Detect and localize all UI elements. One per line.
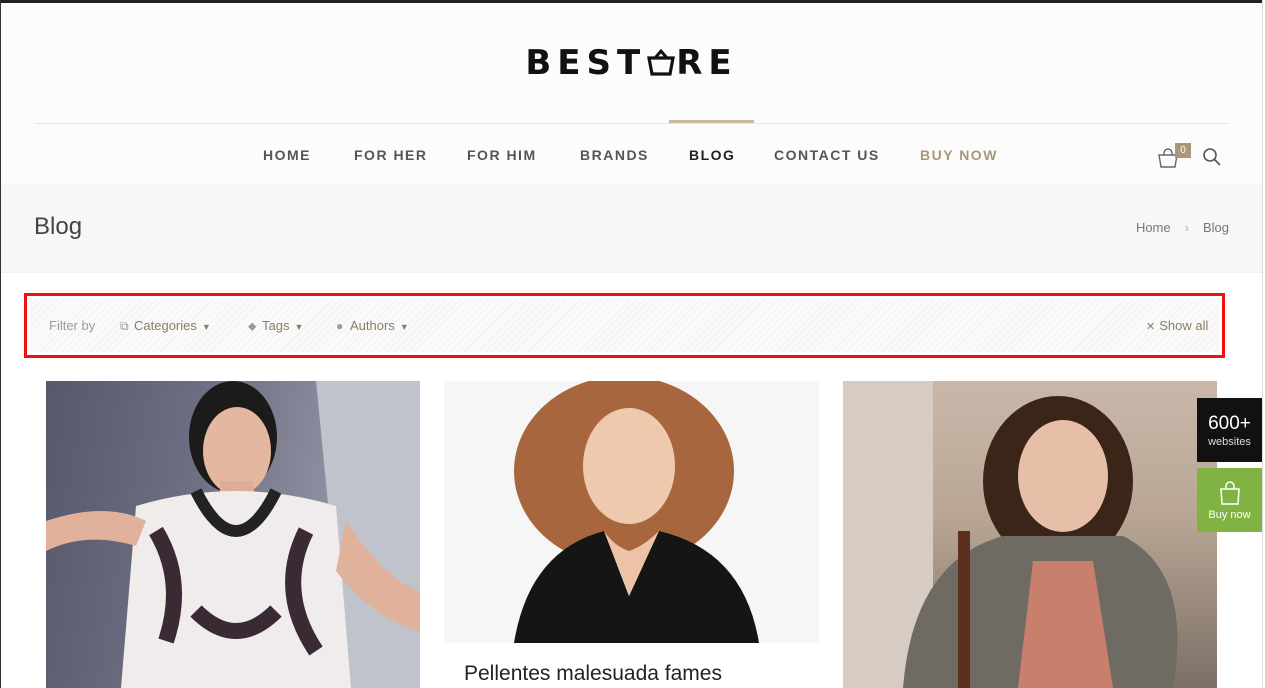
filter-tags-dropdown[interactable]: ⬥ Tags ▼ <box>248 318 303 334</box>
filter-categories-label: Categories <box>134 318 197 333</box>
shopping-bag-icon <box>1217 480 1243 511</box>
filter-bar: Filter by ⧉ Categories ▼ ⬥ Tags ▼ ● Authors ▼ … <box>30 299 1219 352</box>
filter-authors-dropdown[interactable]: ● Authors ▼ <box>336 318 409 333</box>
breadcrumb-separator-icon: › <box>1184 220 1189 235</box>
nav-item-for-him[interactable]: FOR HIM <box>467 147 537 163</box>
nav-item-contact-us[interactable]: CONTACT US <box>774 147 880 163</box>
breadcrumb-current[interactable]: Blog <box>1203 220 1229 235</box>
chevron-down-icon: ▼ <box>201 322 211 332</box>
show-all-label: Show all <box>1159 318 1209 333</box>
websites-label: websites <box>1208 436 1251 448</box>
filter-categories-dropdown[interactable]: ⧉ Categories ▼ <box>120 318 211 334</box>
logo-text-start: BEST <box>525 43 647 83</box>
categories-icon: ⧉ <box>120 319 129 333</box>
filter-bar-highlight: Filter by ⧉ Categories ▼ ⬥ Tags ▼ ● Authors ▼ … <box>24 293 1225 358</box>
nav-item-home[interactable]: HOME <box>263 147 311 163</box>
post-title[interactable]: Pellentes malesuada fames <box>464 662 722 686</box>
site-header: BEST RE HOME FOR HER FOR HIM BRANDS BLOG … <box>1 3 1262 185</box>
buy-now-widget[interactable]: Buy now <box>1197 468 1262 532</box>
filter-tags-label: Tags <box>262 318 290 333</box>
user-icon: ● <box>336 319 344 333</box>
post-image-2[interactable] <box>444 381 819 643</box>
filter-label: Filter by <box>49 318 96 333</box>
main-nav: HOME FOR HER FOR HIM BRANDS BLOG CONTACT… <box>1 147 1262 167</box>
nav-item-brands[interactable]: BRANDS <box>580 147 649 163</box>
shopping-bag-icon <box>646 45 676 85</box>
search-icon[interactable] <box>1202 147 1222 167</box>
active-nav-indicator <box>669 120 754 123</box>
websites-count: 600+ <box>1208 413 1251 434</box>
nav-item-buy-now[interactable]: BUY NOW <box>920 147 998 163</box>
chevron-down-icon: ▼ <box>294 322 304 332</box>
nav-item-blog[interactable]: BLOG <box>689 147 735 163</box>
logo-text-end: RE <box>676 43 738 83</box>
cart-count-badge: 0 <box>1175 143 1191 158</box>
site-logo[interactable]: BEST RE <box>1 43 1262 85</box>
page-subheader: Blog Home › Blog <box>1 185 1262 273</box>
show-all-link[interactable]: ✕ Show all <box>1146 318 1208 333</box>
page-title: Blog <box>34 213 83 240</box>
breadcrumb-home[interactable]: Home <box>1136 220 1171 235</box>
post-image-3[interactable] <box>843 381 1217 688</box>
websites-widget[interactable]: 600+ websites <box>1197 398 1262 462</box>
nav-item-for-her[interactable]: FOR HER <box>354 147 428 163</box>
chevron-down-icon: ▼ <box>399 322 409 332</box>
post-image-1[interactable] <box>46 381 420 688</box>
buy-now-label: Buy now <box>1208 509 1251 521</box>
breadcrumb: Home › Blog <box>1136 220 1229 235</box>
header-divider <box>34 123 1229 124</box>
filter-authors-label: Authors <box>350 318 395 333</box>
close-icon: ✕ <box>1146 321 1156 333</box>
tag-icon: ⬥ <box>248 319 257 333</box>
